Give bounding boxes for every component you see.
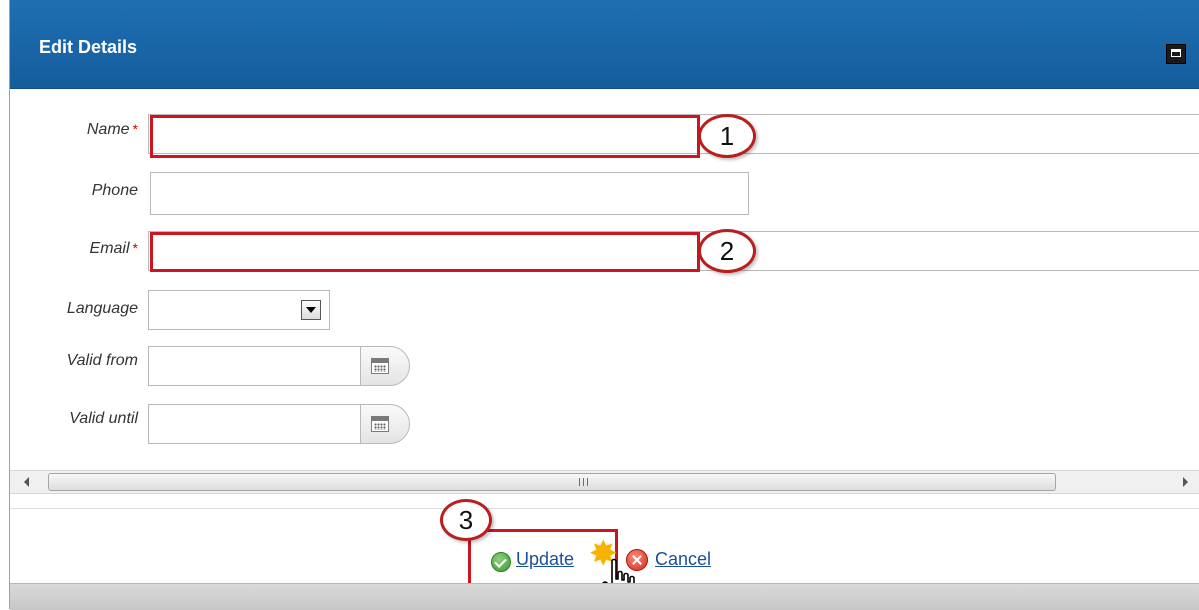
callout-1: 1 <box>698 114 756 158</box>
callout-3: 3 <box>440 499 492 541</box>
update-button[interactable]: Update <box>516 549 574 570</box>
chevron-down-icon[interactable] <box>301 300 321 320</box>
footer-divider <box>10 508 1199 509</box>
valid-until-calendar-button[interactable] <box>360 404 410 444</box>
required-marker: * <box>132 121 138 137</box>
cancel-button[interactable]: Cancel <box>655 549 711 570</box>
maximize-icon[interactable] <box>1166 44 1186 64</box>
phone-field[interactable] <box>150 172 749 215</box>
phone-label: Phone <box>91 182 138 199</box>
check-circle-icon <box>491 552 511 572</box>
scroll-left-arrow-icon[interactable] <box>24 477 29 487</box>
language-label: Language <box>66 300 138 317</box>
calendar-icon <box>371 416 389 432</box>
calendar-icon <box>371 358 389 374</box>
valid-from-label: Valid from <box>66 352 138 369</box>
email-label-text: Email <box>89 240 130 257</box>
valid-from-calendar-button[interactable] <box>360 346 410 386</box>
horizontal-scrollbar[interactable] <box>10 470 1199 494</box>
email-highlight <box>150 232 700 272</box>
valid-until-field[interactable] <box>148 404 362 444</box>
scrollbar-grip <box>579 478 588 486</box>
required-marker: * <box>132 240 138 256</box>
dialog-title: Edit Details <box>39 37 138 57</box>
valid-from-field[interactable] <box>148 346 362 386</box>
language-select[interactable] <box>148 290 330 330</box>
name-label-text: Name <box>86 121 130 138</box>
scrollbar-thumb[interactable] <box>48 473 1056 491</box>
email-label: Email * <box>10 240 138 258</box>
dialog-bottom-bar <box>10 583 1199 610</box>
scroll-right-arrow-icon[interactable] <box>1183 477 1188 487</box>
name-label: Name * <box>10 121 138 139</box>
callout-2: 2 <box>698 229 756 273</box>
window-edge <box>0 0 10 609</box>
name-highlight <box>150 115 700 158</box>
valid-until-label: Valid until <box>69 410 138 427</box>
dialog-titlebar: Edit Details <box>10 0 1199 89</box>
